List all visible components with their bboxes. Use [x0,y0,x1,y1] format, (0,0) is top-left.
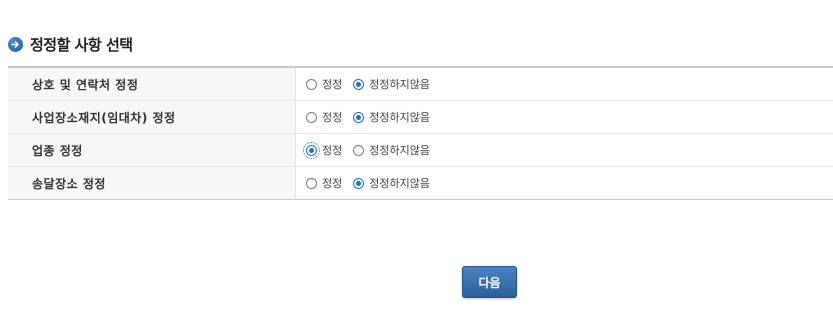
radio-label: 정정하지않음 [369,144,430,157]
table-row-business-location: 사업장소재지(임대차) 정정 정정 정정하지않음 [8,100,833,133]
radio-no-correct[interactable]: 정정하지않음 [353,109,430,125]
radio-correct[interactable]: 정정 [306,109,342,125]
correction-options-table: 상호 및 연락처 정정 정정 정정하지않음 사업장소재지(임대차) 정정 정정 … [8,66,833,200]
radio-group: 정정 정정하지않음 [296,134,833,166]
radio-label: 정정 [322,78,343,91]
radio-group: 정정 정정하지않음 [296,68,833,100]
table-row-business-type: 업종 정정 정정 정정하지않음 [8,133,833,166]
section-title: 정정할 사항 선택 [30,36,133,54]
radio-no-correct[interactable]: 정정하지않음 [353,76,430,92]
radio-button[interactable] [353,177,365,189]
row-label: 송달장소 정정 [8,167,296,199]
row-label: 상호 및 연락처 정정 [8,68,296,100]
radio-label: 정정 [322,177,343,190]
section-header: 정정할 사항 선택 [8,34,133,55]
radio-label: 정정 [322,111,343,124]
radio-no-correct[interactable]: 정정하지않음 [353,142,430,158]
radio-button[interactable] [353,144,365,156]
radio-button[interactable] [306,111,317,123]
radio-label: 정정하지않음 [369,177,430,190]
table-row-trade-name: 상호 및 연락처 정정 정정 정정하지않음 [8,68,833,100]
radio-button[interactable] [353,111,365,123]
radio-button[interactable] [353,78,365,90]
arrow-right-circle-icon [8,37,23,52]
radio-label: 정정 [322,144,343,157]
radio-label: 정정하지않음 [369,78,430,91]
radio-group: 정정 정정하지않음 [296,167,833,199]
row-label: 업종 정정 [8,134,296,166]
radio-group: 정정 정정하지않음 [296,101,833,133]
table-row-delivery-location: 송달장소 정정 정정 정정하지않음 [8,166,833,199]
radio-label: 정정하지않음 [369,111,430,124]
radio-button[interactable] [306,177,317,189]
radio-correct[interactable]: 정정 [303,141,343,159]
radio-correct[interactable]: 정정 [306,175,342,191]
row-label: 사업장소재지(임대차) 정정 [8,101,296,133]
radio-correct[interactable]: 정정 [306,76,342,92]
next-button[interactable]: 다음 [462,266,517,298]
radio-button[interactable] [303,141,320,159]
radio-button[interactable] [306,78,317,90]
radio-no-correct[interactable]: 정정하지않음 [353,175,430,191]
